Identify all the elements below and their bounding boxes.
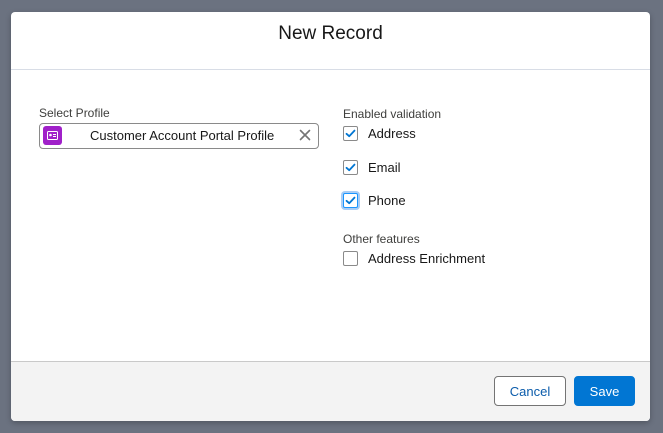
email-checkbox[interactable] (343, 159, 358, 175)
profile-lookup-value: Customer Account Portal Profile (90, 128, 275, 143)
address-enrichment-checkbox[interactable] (343, 250, 358, 266)
email-checkbox-label: Email (368, 159, 401, 175)
checkbox-row-address-enrichment[interactable]: Address Enrichment (343, 248, 485, 268)
new-record-modal: New Record Select Profile Customer Accou… (11, 12, 650, 421)
phone-checkbox-label: Phone (368, 192, 406, 208)
checkmark-icon (345, 163, 356, 171)
address-checkbox-label: Address (368, 125, 416, 141)
checkbox-row-email[interactable]: Email (343, 157, 401, 177)
clear-selection-icon[interactable] (297, 127, 313, 143)
modal-header: New Record (11, 12, 650, 70)
checkmark-icon (345, 129, 356, 137)
profile-lookup-field[interactable]: Customer Account Portal Profile (39, 123, 319, 149)
checkbox-row-phone[interactable]: Phone (343, 190, 406, 210)
checkmark-icon (345, 196, 356, 204)
phone-checkbox[interactable] (343, 192, 358, 208)
profile-card-icon (43, 126, 62, 145)
modal-body: Select Profile Customer Account Portal P… (11, 70, 650, 361)
modal-footer: Cancel Save (11, 361, 650, 421)
cancel-button[interactable]: Cancel (494, 376, 566, 406)
save-button[interactable]: Save (574, 376, 635, 406)
address-checkbox[interactable] (343, 125, 358, 141)
other-features-label: Other features (343, 232, 420, 246)
enabled-validation-label: Enabled validation (343, 107, 442, 121)
modal-title: New Record (278, 22, 383, 44)
select-profile-label: Select Profile (39, 106, 110, 120)
address-enrichment-checkbox-label: Address Enrichment (368, 250, 486, 266)
checkbox-row-address[interactable]: Address (343, 123, 416, 143)
